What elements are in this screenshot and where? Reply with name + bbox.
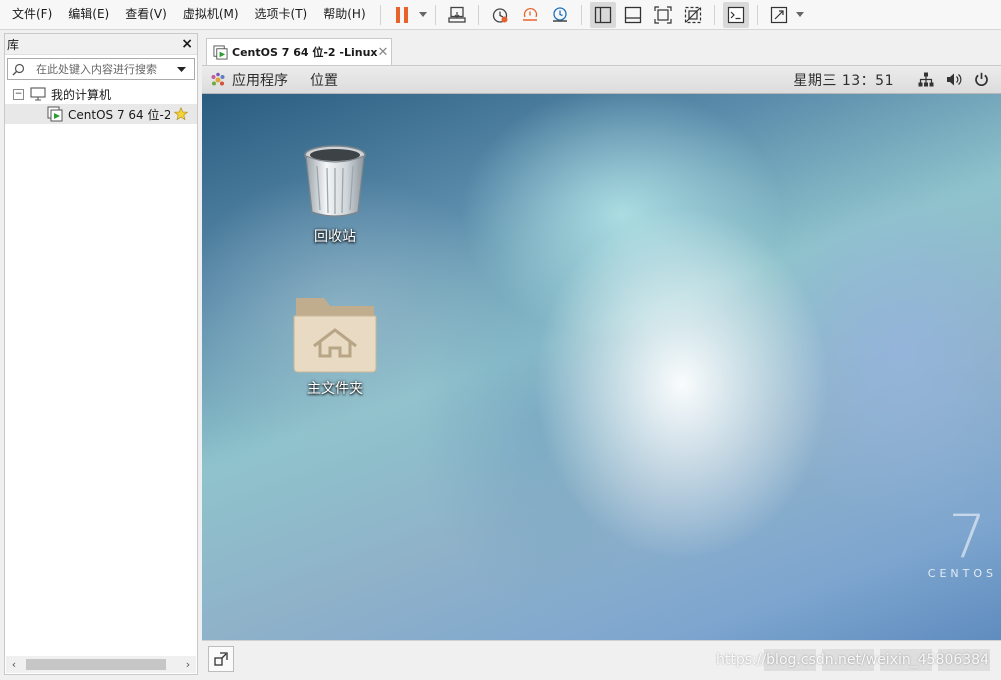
revert-snapshot-button[interactable] — [517, 2, 543, 28]
power-icon[interactable] — [974, 72, 989, 87]
watermark-text: https://blog.csdn.net/weixin_45806384 — [715, 652, 989, 668]
snapshot-button[interactable] — [487, 2, 513, 28]
power-dropdown-chevron-icon[interactable] — [417, 2, 429, 28]
scroll-left-icon[interactable]: ‹ — [6, 658, 22, 671]
tab-centos-vm[interactable]: CentOS 7 64 位-2 -Linux ✕ — [206, 38, 392, 65]
library-search-box — [7, 58, 195, 80]
scroll-thumb[interactable] — [26, 659, 166, 670]
desktop-icon-label: 回收站 — [314, 229, 356, 245]
places-menu[interactable]: 位置 — [310, 70, 338, 90]
stretch-dropdown-chevron-icon[interactable] — [794, 2, 806, 28]
pause-button[interactable] — [389, 2, 415, 28]
volume-icon[interactable] — [946, 72, 962, 87]
toolbar-separator — [580, 4, 582, 25]
stretch-button[interactable] — [766, 2, 792, 28]
gnome-foot-icon — [210, 72, 226, 88]
thumbnail-bar-button[interactable] — [620, 2, 646, 28]
desktop-icon-label: 主文件夹 — [307, 381, 363, 397]
snapshot-manager-icon — [552, 6, 567, 22]
home-folder-icon — [293, 298, 377, 373]
sidebar-toggle-icon — [594, 6, 611, 23]
menu-toolbar: 文件(F) 编辑(E) 查看(V) 虚拟机(M) 选项卡(T) 帮助(H) — [0, 0, 1001, 30]
trash-icon — [304, 145, 366, 217]
computer-icon — [30, 87, 46, 101]
toolbar-separator — [713, 4, 715, 25]
snapshot-manager-button[interactable] — [547, 2, 573, 28]
close-icon[interactable]: × — [181, 37, 193, 51]
network-icon[interactable] — [918, 72, 934, 87]
fullscreen-icon — [654, 5, 672, 24]
close-icon[interactable]: ✕ — [378, 45, 389, 60]
fit-window-icon — [214, 652, 228, 666]
unity-icon — [684, 6, 701, 23]
collapse-icon[interactable]: − — [13, 88, 24, 100]
system-status-area[interactable] — [912, 72, 995, 87]
library-horizontal-scrollbar[interactable]: ‹ › — [6, 656, 196, 673]
desktop[interactable]: 回收站 主文件夹 7 CENTOS — [202, 94, 1001, 640]
desktop-icon-trash[interactable]: 回收站 — [280, 142, 390, 246]
vm-running-icon — [47, 106, 63, 122]
snapshot-icon — [492, 7, 508, 23]
console-view-button[interactable] — [722, 1, 749, 28]
toolbar-separator — [379, 4, 381, 25]
vm-running-icon — [213, 44, 228, 60]
desktop-icon-home-folder[interactable]: 主文件夹 — [280, 290, 390, 398]
fullscreen-button[interactable] — [650, 2, 676, 28]
tree-item-label: CentOS 7 64 位-2 — [68, 107, 170, 122]
stretch-icon — [770, 6, 787, 23]
vm-tab-bar: CentOS 7 64 位-2 -Linux ✕ — [202, 33, 1001, 66]
revert-snapshot-icon — [522, 7, 537, 21]
library-title: 库 — [7, 37, 20, 52]
guest-display[interactable]: 应用程序 位置 星期三 13：51 回收站 主文件夹 7 CENTOS — [202, 66, 1001, 640]
tree-item-label: 我的计算机 — [51, 87, 112, 102]
gnome-top-bar: 应用程序 位置 星期三 13：51 — [202, 66, 1001, 94]
menu-file[interactable]: 文件(F) — [0, 0, 60, 29]
console-view-icon — [727, 6, 744, 23]
library-panel: 库 × − 我的计算机 CentOS 7 64 位-2 — [4, 33, 198, 675]
library-header: 库 × — [5, 34, 197, 55]
toolbar-separator — [756, 4, 758, 25]
menu-tabs[interactable]: 选项卡(T) — [247, 0, 316, 29]
search-dropdown-chevron-icon[interactable] — [174, 66, 188, 72]
favorite-star-icon[interactable] — [174, 107, 188, 121]
toolbar-separator — [477, 4, 479, 25]
pause-icon — [395, 6, 408, 23]
unity-button[interactable] — [680, 2, 706, 28]
library-sidebar-toggle-button[interactable] — [589, 1, 616, 28]
centos-version-number: 7 — [948, 502, 987, 572]
tree-item-centos-vm[interactable]: CentOS 7 64 位-2 — [5, 104, 197, 124]
scroll-track[interactable] — [22, 656, 180, 673]
fit-guest-button[interactable] — [208, 646, 234, 672]
toolbar-separator — [434, 4, 436, 25]
send-ctrl-alt-del-button[interactable] — [444, 2, 470, 28]
scroll-right-icon[interactable]: › — [180, 658, 196, 671]
centos-logo: 7 CENTOS — [927, 502, 997, 580]
tab-title: CentOS 7 64 位-2 -Linux — [232, 46, 378, 59]
centos-wordmark: CENTOS — [927, 567, 997, 580]
menu-edit[interactable]: 编辑(E) — [60, 0, 117, 29]
tree-item-my-computer[interactable]: − 我的计算机 — [5, 84, 197, 104]
applications-menu-label: 应用程序 — [232, 72, 288, 89]
search-icon — [8, 63, 28, 76]
applications-menu[interactable]: 应用程序 — [210, 70, 288, 90]
vm-status-bar: https://blog.csdn.net/weixin_45806384 — [202, 640, 1001, 677]
menu-view[interactable]: 查看(V) — [117, 0, 175, 29]
library-tree: − 我的计算机 CentOS 7 64 位-2 — [5, 84, 197, 124]
menu-vm[interactable]: 虚拟机(M) — [175, 0, 247, 29]
library-search-input[interactable] — [28, 62, 174, 76]
clock[interactable]: 星期三 13：51 — [793, 70, 894, 90]
menu-help[interactable]: 帮助(H) — [315, 0, 373, 29]
thumbnail-bar-icon — [624, 6, 641, 23]
send-ctrl-alt-del-icon — [447, 6, 466, 23]
